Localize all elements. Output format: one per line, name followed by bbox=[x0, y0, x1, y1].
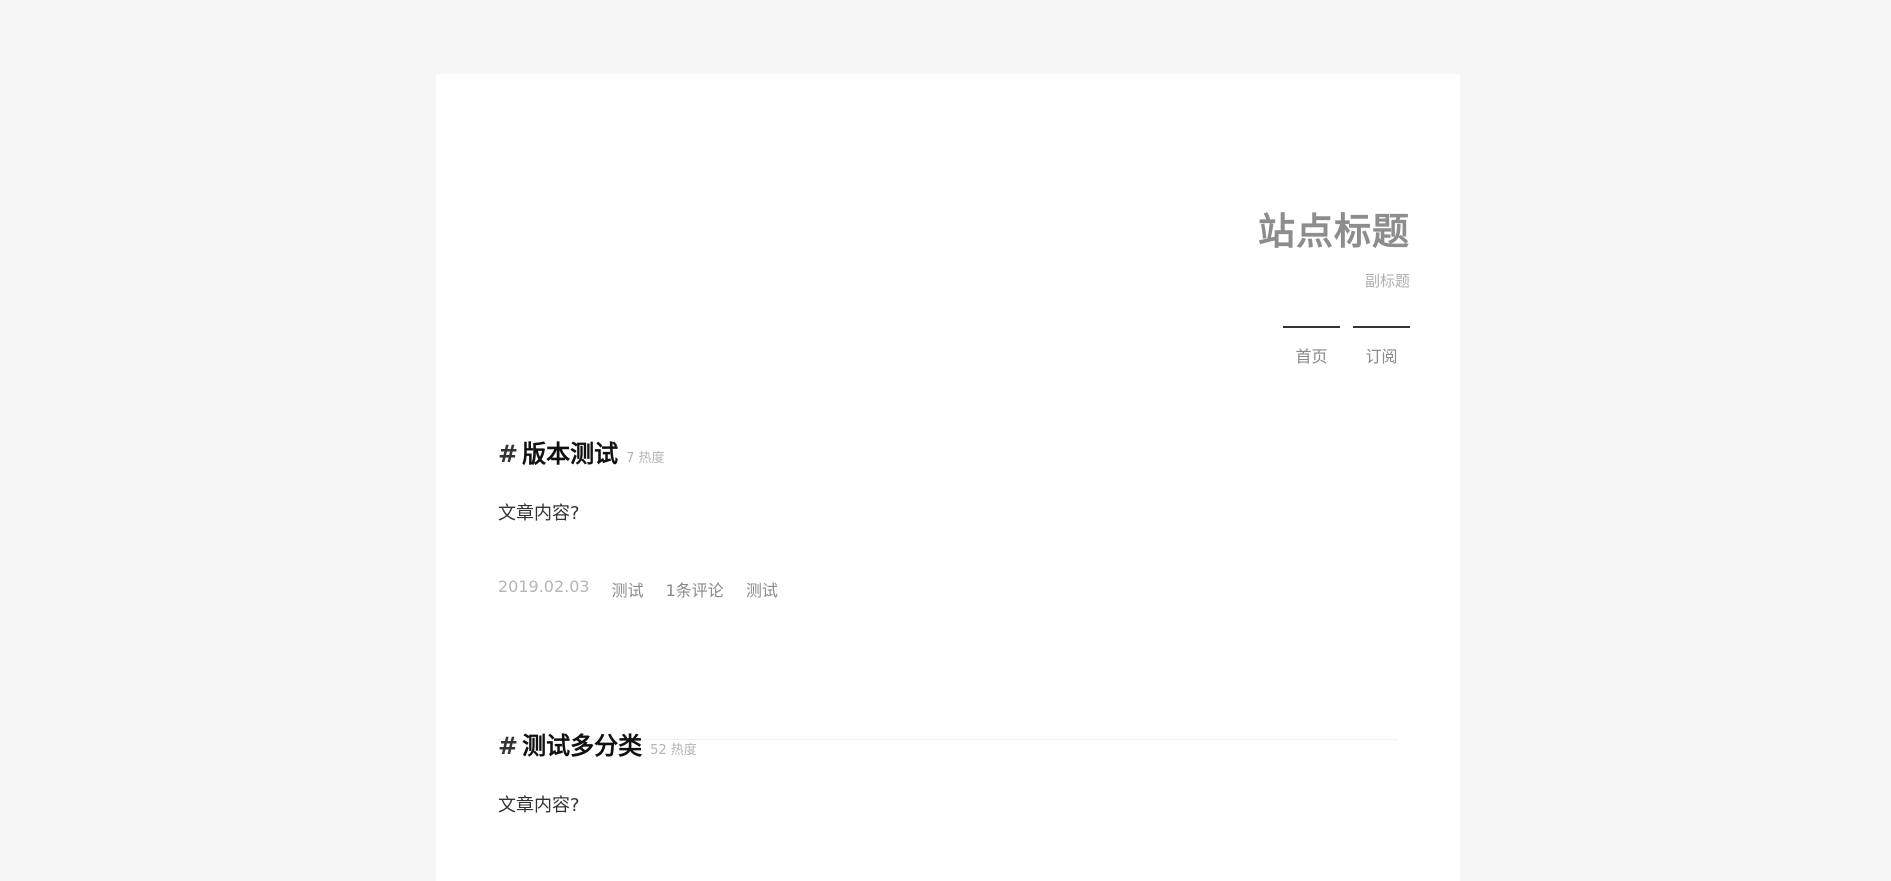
post-comments-link[interactable]: 1条评论 bbox=[666, 577, 724, 601]
site-subtitle: 副标题 bbox=[1364, 272, 1410, 290]
post-meta: 2019.02.03 测试 1条评论 测试 bbox=[498, 577, 1398, 601]
post-date: 2019.02.03 bbox=[498, 576, 590, 596]
nav-item-home[interactable]: 首页 bbox=[1283, 326, 1340, 367]
post-title: # 测试多分类 52 热度 bbox=[498, 732, 1398, 761]
post-content: 文章内容? bbox=[498, 794, 580, 816]
post-title: # 版本测试 7 热度 bbox=[498, 440, 1398, 469]
hash-icon: # bbox=[498, 732, 519, 760]
post-title-link[interactable]: 测试多分类 bbox=[522, 732, 642, 760]
post-title-link[interactable]: 版本测试 bbox=[522, 440, 618, 468]
post-content: 文章内容? bbox=[498, 502, 580, 524]
post-item: # 测试多分类 52 热度 文章内容? bbox=[498, 732, 1398, 817]
post-heat: 52 热度 bbox=[650, 743, 697, 758]
main-card: 站点标题 副标题 首页 订阅 # 版本测试 7 热度 文章内容? 2019.02.0… bbox=[436, 74, 1460, 881]
post-tag-link[interactable]: 测试 bbox=[746, 577, 778, 601]
main-nav: 首页 订阅 bbox=[1283, 326, 1410, 367]
post-category-link[interactable]: 测试 bbox=[612, 577, 644, 601]
post-heat: 7 热度 bbox=[626, 451, 665, 466]
hash-icon: # bbox=[498, 440, 519, 468]
post-item: # 版本测试 7 热度 文章内容? 2019.02.03 测试 1条评论 测试 bbox=[498, 440, 1398, 601]
nav-item-subscribe[interactable]: 订阅 bbox=[1353, 326, 1410, 367]
site-title[interactable]: 站点标题 bbox=[1258, 211, 1410, 253]
